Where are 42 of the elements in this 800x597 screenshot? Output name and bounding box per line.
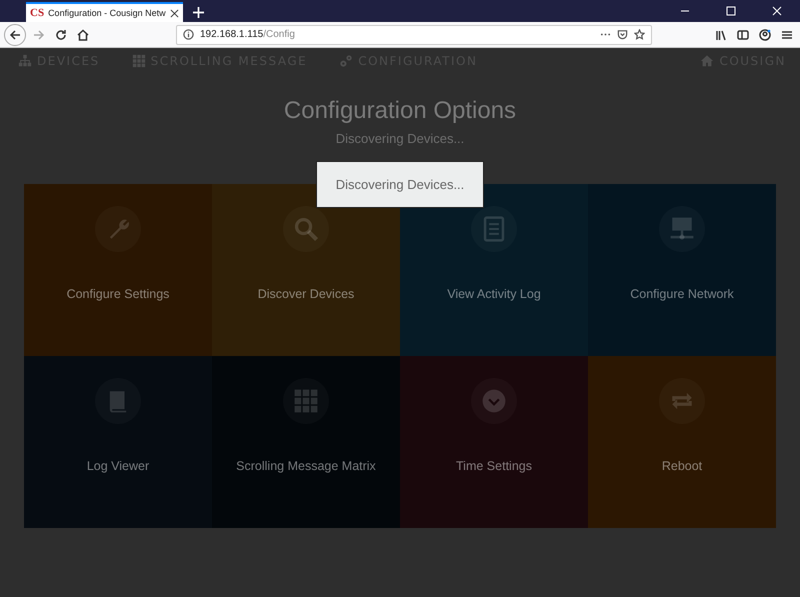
tile-label: View Activity Log	[447, 287, 541, 301]
menu-tile[interactable]: Time Settings	[400, 356, 588, 528]
reload-icon[interactable]	[55, 28, 67, 40]
tile-label: Discover Devices	[258, 287, 354, 301]
grid-icon	[293, 388, 319, 414]
back-arrow-icon[interactable]	[9, 28, 21, 40]
tile-label: Configure Settings	[66, 287, 170, 301]
home-icon	[700, 54, 714, 68]
tab-title: Configuration - Cousign Netw	[48, 8, 166, 18]
info-icon	[183, 29, 194, 40]
address-bar[interactable]: 192.168.1.115/Config	[176, 24, 652, 44]
loading-dialog: Discovering Devices...	[316, 161, 484, 208]
status-text: Discovering Devices...	[334, 131, 466, 146]
grid-icon	[132, 54, 146, 68]
tile-label: Log Viewer	[86, 459, 150, 473]
url-text: 192.168.1.115/Config	[200, 29, 296, 40]
home-icon[interactable]	[77, 28, 89, 40]
menu-icon[interactable]	[781, 28, 793, 40]
close-icon[interactable]	[170, 8, 179, 18]
star-icon[interactable]	[634, 29, 645, 40]
menu-tile[interactable]: Reboot	[588, 356, 776, 528]
menu-tile[interactable]: Log Viewer	[24, 356, 212, 528]
tile-label: Scrolling Message Matrix	[236, 459, 376, 473]
menu-tile[interactable]: Configure Settings	[24, 184, 212, 356]
library-icon[interactable]	[715, 28, 727, 40]
tile-label: Reboot	[662, 459, 702, 473]
browser-tab[interactable]: CS Configuration - Cousign Netw	[26, 2, 183, 22]
sitemap-icon	[18, 54, 32, 68]
page-title: Configuration Options	[282, 97, 518, 125]
search-icon	[293, 216, 319, 242]
network-icon	[669, 216, 695, 242]
pocket-icon[interactable]	[617, 29, 628, 40]
document-icon	[481, 216, 507, 242]
account-icon[interactable]	[759, 28, 771, 40]
tile-label: Configure Network	[630, 287, 734, 301]
new-tab-icon[interactable]	[192, 7, 204, 18]
tile-label: Time Settings	[456, 459, 532, 473]
menu-tile[interactable]: Scrolling Message Matrix	[212, 356, 400, 528]
maximize-icon[interactable]	[726, 6, 736, 16]
favicon: CS	[30, 7, 44, 19]
menu-tile[interactable]: Configure Network	[588, 184, 776, 356]
sidebar-icon[interactable]	[737, 28, 749, 40]
